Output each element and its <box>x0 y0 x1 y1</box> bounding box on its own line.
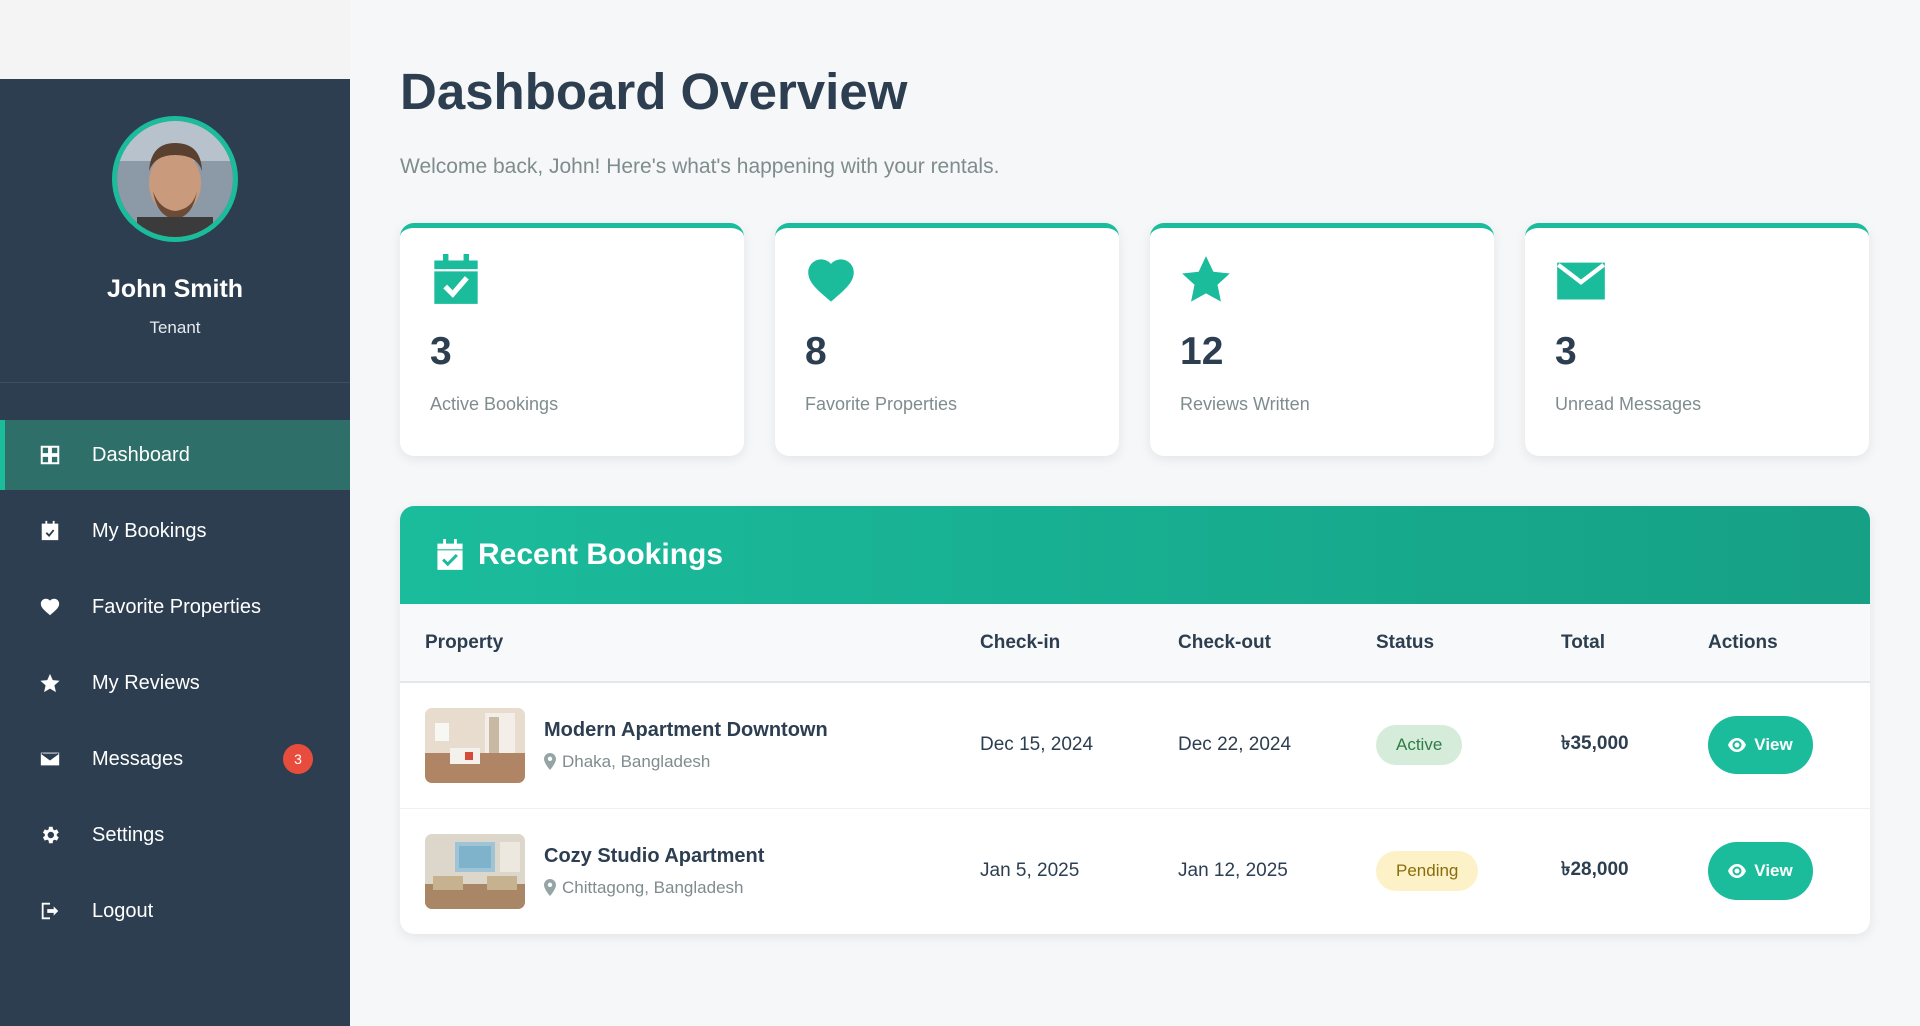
check-in-date: Jan 5, 2025 <box>980 860 1080 882</box>
check-in-date: Dec 15, 2024 <box>980 682 1178 809</box>
property-location: Chittagong, Bangladesh <box>544 878 764 898</box>
column-header-total: Total <box>1561 604 1708 683</box>
recent-bookings-panel: Recent Bookings Property Check-in Check-… <box>400 506 1870 934</box>
property-location-text: Chittagong, Bangladesh <box>562 877 744 897</box>
recent-bookings-header: Recent Bookings <box>400 506 1870 604</box>
check-out-date: Dec 22, 2024 <box>1178 682 1376 809</box>
sidebar-item-logout[interactable]: Logout <box>0 876 350 946</box>
sidebar-item-label: Settings <box>92 823 165 846</box>
column-header-check-in: Check-in <box>980 604 1178 683</box>
sidebar: John Smith Tenant Dashboard My Bookings … <box>0 79 350 1026</box>
main-content: Dashboard Overview Welcome back, John! H… <box>400 0 1870 934</box>
sidebar-item-favorite-properties[interactable]: Favorite Properties <box>0 572 350 642</box>
property-name: Modern Apartment Downtown <box>544 718 828 741</box>
recent-bookings-title: Recent Bookings <box>478 538 724 571</box>
stat-label: Reviews Written <box>1180 394 1310 414</box>
sidebar-item-my-bookings[interactable]: My Bookings <box>0 496 350 566</box>
stat-card-favorite-properties: 8 Favorite Properties <box>775 223 1119 456</box>
heart-icon <box>805 254 857 306</box>
sidebar-item-dashboard[interactable]: Dashboard <box>0 420 350 490</box>
property-location-text: Dhaka, Bangladesh <box>562 751 711 771</box>
envelope-icon <box>1555 254 1607 306</box>
profile-role: Tenant <box>149 318 201 337</box>
sidebar-item-label: Messages <box>92 747 184 770</box>
top-strip <box>0 0 350 79</box>
bookings-table: Property Check-in Check-out Status Total… <box>400 604 1870 934</box>
messages-count-badge: 3 <box>283 744 313 774</box>
stat-value: 12 <box>1180 330 1224 373</box>
column-header-property: Property <box>400 604 980 683</box>
profile-name: John Smith <box>106 275 244 303</box>
view-button[interactable]: View <box>1708 716 1813 775</box>
location-pin-icon <box>544 753 556 771</box>
envelope-icon <box>38 747 62 771</box>
sidebar-item-label: Logout <box>92 899 154 922</box>
stat-label: Favorite Properties <box>805 394 958 414</box>
calendar-check-icon <box>38 519 62 543</box>
property-cell: Cozy Studio Apartment Chittagong, Bangla… <box>425 833 980 909</box>
stat-card-reviews-written: 12 Reviews Written <box>1150 223 1494 456</box>
status-badge: Active <box>1376 725 1463 766</box>
property-cell: Modern Apartment Downtown Dhaka, Banglad… <box>425 707 980 783</box>
sidebar-nav: Dashboard My Bookings Favorite Propertie… <box>0 420 350 946</box>
stats-row: 3 Active Bookings 8 Favorite Properties … <box>400 223 1870 456</box>
table-header-row: Property Check-in Check-out Status Total… <box>400 604 1870 683</box>
eye-icon <box>1728 864 1747 879</box>
stat-card-active-bookings: 3 Active Bookings <box>400 223 744 456</box>
property-thumbnail[interactable] <box>425 833 525 909</box>
sidebar-item-label: Favorite Properties <box>92 595 261 618</box>
stat-label: Active Bookings <box>430 394 559 414</box>
view-button-label: View <box>1754 861 1793 881</box>
sidebar-item-label: Dashboard <box>92 443 190 466</box>
avatar <box>112 116 238 242</box>
column-header-actions: Actions <box>1708 604 1870 683</box>
profile-section: John Smith Tenant <box>0 79 350 383</box>
property-thumbnail[interactable] <box>425 707 525 783</box>
view-button[interactable]: View <box>1708 842 1813 901</box>
column-header-check-out: Check-out <box>1178 604 1376 683</box>
page-subtitle: Welcome back, John! Here's what's happen… <box>400 155 1000 178</box>
stat-value: 3 <box>430 330 452 373</box>
stat-value: 3 <box>1555 330 1577 373</box>
sidebar-item-label: My Reviews <box>92 671 200 694</box>
heart-icon <box>38 595 62 619</box>
location-pin-icon <box>544 879 556 897</box>
view-button-label: View <box>1754 735 1793 755</box>
status-badge: Pending <box>1376 851 1479 892</box>
star-icon <box>1180 254 1232 306</box>
check-out-date: Jan 12, 2025 <box>1178 860 1288 882</box>
property-name: Cozy Studio Apartment <box>544 844 765 867</box>
sidebar-item-settings[interactable]: Settings <box>0 800 350 870</box>
sidebar-item-my-reviews[interactable]: My Reviews <box>0 648 350 718</box>
table-row: Modern Apartment Downtown Dhaka, Banglad… <box>400 682 1870 809</box>
sidebar-item-label: My Bookings <box>92 519 207 542</box>
stat-value: 8 <box>805 330 827 373</box>
eye-icon <box>1728 738 1747 753</box>
avatar-image <box>117 121 233 237</box>
star-icon <box>38 671 62 695</box>
booking-total: ৳28,000 <box>1561 859 1629 881</box>
calendar-check-icon <box>437 539 463 570</box>
table-row: Cozy Studio Apartment Chittagong, Bangla… <box>400 808 1870 934</box>
grid-icon <box>38 443 62 467</box>
stat-label: Unread Messages <box>1555 394 1702 414</box>
page-title: Dashboard Overview <box>400 63 908 120</box>
column-header-status: Status <box>1376 604 1561 683</box>
gear-icon <box>38 823 62 847</box>
calendar-check-icon <box>430 254 482 306</box>
stat-card-unread-messages: 3 Unread Messages <box>1525 223 1869 456</box>
sidebar-item-messages[interactable]: Messages 3 <box>0 724 350 794</box>
property-location: Dhaka, Bangladesh <box>544 752 828 772</box>
booking-total: ৳35,000 <box>1561 682 1708 809</box>
logout-icon <box>38 899 62 923</box>
